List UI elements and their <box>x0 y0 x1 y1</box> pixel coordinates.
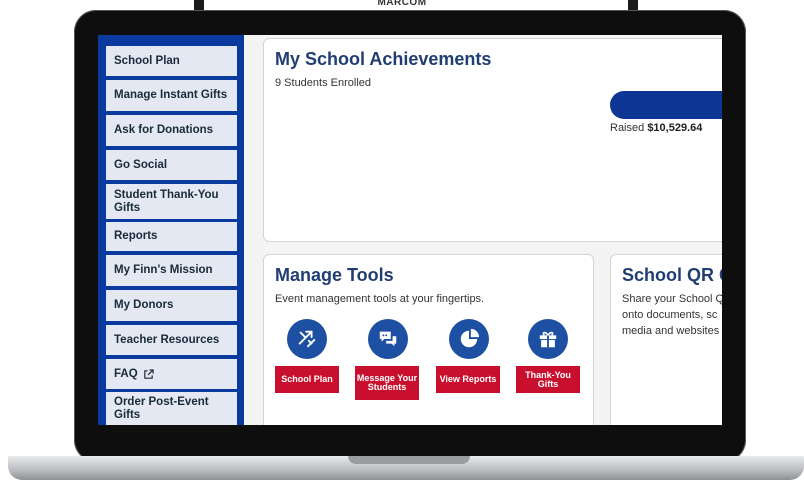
qr-description-line: onto documents, sc <box>622 309 718 321</box>
external-link-icon <box>143 368 154 380</box>
fundraising-progress-bar <box>610 91 722 119</box>
sidebar-item-label: Go Social <box>114 158 168 171</box>
sidebar-item-go-social[interactable]: Go Social <box>103 150 237 180</box>
sidebar: School Plan Manage Instant Gifts Ask for… <box>98 35 244 425</box>
laptop-hinge-notch <box>348 456 470 464</box>
laptop-base <box>8 456 804 480</box>
laptop-screen: School Plan Manage Instant Gifts Ask for… <box>98 35 722 425</box>
manage-tools-subtitle: Event management tools at your fingertip… <box>275 293 485 305</box>
sidebar-item-label: FAQ <box>114 367 138 380</box>
chat-icon[interactable] <box>368 319 408 359</box>
sidebar-item-reports[interactable]: Reports <box>103 222 237 251</box>
sidebar-item-teacher-resources[interactable]: Teacher Resources <box>103 325 237 355</box>
pie-chart-icon[interactable] <box>449 319 489 359</box>
sidebar-item-label: My Finn's Mission <box>114 264 213 276</box>
sidebar-item-my-finns-mission[interactable]: My Finn's Mission <box>103 255 237 286</box>
view-reports-button[interactable]: View Reports <box>436 366 500 393</box>
sidebar-item-label: Manage Instant Gifts <box>114 89 228 101</box>
sidebar-item-label: My Donors <box>114 299 174 311</box>
raised-amount-text: Raised $10,529.64 <box>610 122 702 134</box>
sidebar-item-my-donors[interactable]: My Donors <box>103 290 237 321</box>
sidebar-item-label: School Plan <box>114 54 180 67</box>
sidebar-item-school-plan[interactable]: School Plan <box>103 46 237 76</box>
school-qr-title: School QR C <box>622 265 722 285</box>
raised-amount: $10,529.64 <box>647 122 703 134</box>
laptop-chin <box>98 428 722 450</box>
achievements-title: My School Achievements <box>275 49 492 69</box>
brand-logo: MARCOM <box>377 0 427 8</box>
shuffle-icon[interactable] <box>287 319 327 359</box>
message-your-students-button[interactable]: Message Your Students <box>355 366 419 400</box>
sidebar-item-faq[interactable]: FAQ <box>103 359 237 389</box>
school-plan-button[interactable]: School Plan <box>275 366 339 393</box>
sidebar-item-label: Reports <box>114 230 158 242</box>
raised-label: Raised <box>610 122 645 134</box>
qr-description-line: media and websites <box>622 325 720 337</box>
sidebar-item-order-post-event-gifts[interactable]: Order Post-Event Gifts <box>103 392 237 425</box>
students-enrolled-text: 9 Students Enrolled <box>275 77 372 89</box>
sidebar-item-label: Order Post-Event Gifts <box>114 395 209 421</box>
top-brand-strip: MARCOM <box>0 0 804 12</box>
sidebar-item-label: Student Thank-You Gifts <box>114 188 219 214</box>
qr-description-line: Share your School Q <box>622 293 722 305</box>
thank-you-gifts-button[interactable]: Thank-You Gifts <box>516 366 580 393</box>
sidebar-item-student-thank-you-gifts[interactable]: Student Thank-You Gifts <box>103 184 237 219</box>
sidebar-item-label: Teacher Resources <box>114 333 220 346</box>
manage-tools-title: Manage Tools <box>275 265 394 285</box>
sidebar-item-manage-instant-gifts[interactable]: Manage Instant Gifts <box>103 80 237 111</box>
sidebar-item-label: Ask for Donations <box>114 124 214 136</box>
sidebar-item-ask-for-donations[interactable]: Ask for Donations <box>103 115 237 146</box>
gift-icon[interactable] <box>528 319 568 359</box>
